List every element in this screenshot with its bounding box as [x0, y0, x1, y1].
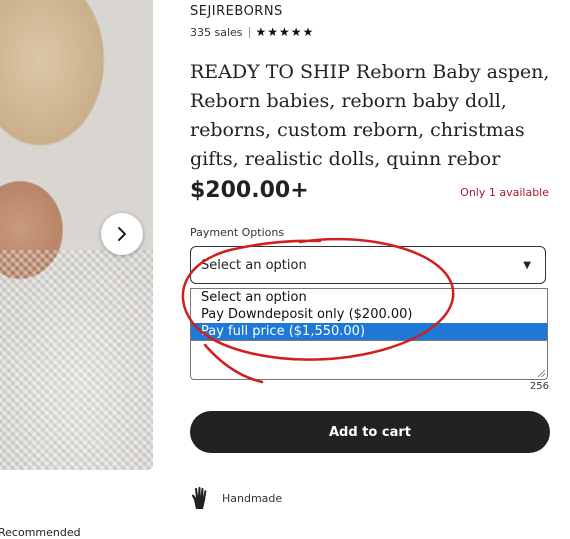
sales-count: 335 sales [190, 25, 243, 39]
payment-options-dropdown: Select an option Pay Downdeposit only ($… [190, 288, 548, 341]
resize-grip-icon[interactable] [538, 370, 545, 377]
listing-title: READY TO SHIP Reborn Baby aspen, Reborn … [190, 61, 550, 170]
payment-options-select[interactable]: Select an option ▼ [190, 246, 546, 284]
handmade-feature: Handmade [190, 486, 282, 510]
listing-price: $200.00+ [190, 178, 309, 203]
char-counter: 256 [529, 381, 549, 392]
chevron-right-icon [118, 227, 126, 241]
select-value: Select an option [201, 257, 307, 273]
recommended-heading: Recommended [0, 526, 81, 539]
dropdown-option-full-price[interactable]: Pay full price ($1,550.00) [191, 323, 547, 340]
dropdown-option-select[interactable]: Select an option [191, 289, 547, 306]
knit-blanket-texture [0, 250, 153, 470]
hand-icon [191, 486, 207, 509]
availability-badge: Only 1 available [460, 186, 549, 199]
next-image-button[interactable] [101, 213, 143, 255]
payment-options-label: Payment Options [190, 226, 285, 239]
shop-name[interactable]: SEJIREBORNS [190, 4, 283, 19]
divider [248, 26, 250, 38]
dropdown-option-deposit[interactable]: Pay Downdeposit only ($200.00) [191, 306, 547, 323]
shop-stats: 335 sales ★★★★★ [190, 25, 314, 39]
add-to-cart-button[interactable]: Add to cart [190, 411, 550, 453]
caret-down-icon: ▼ [523, 259, 531, 271]
star-rating-icon[interactable]: ★★★★★ [256, 25, 315, 39]
handmade-label: Handmade [222, 491, 283, 505]
